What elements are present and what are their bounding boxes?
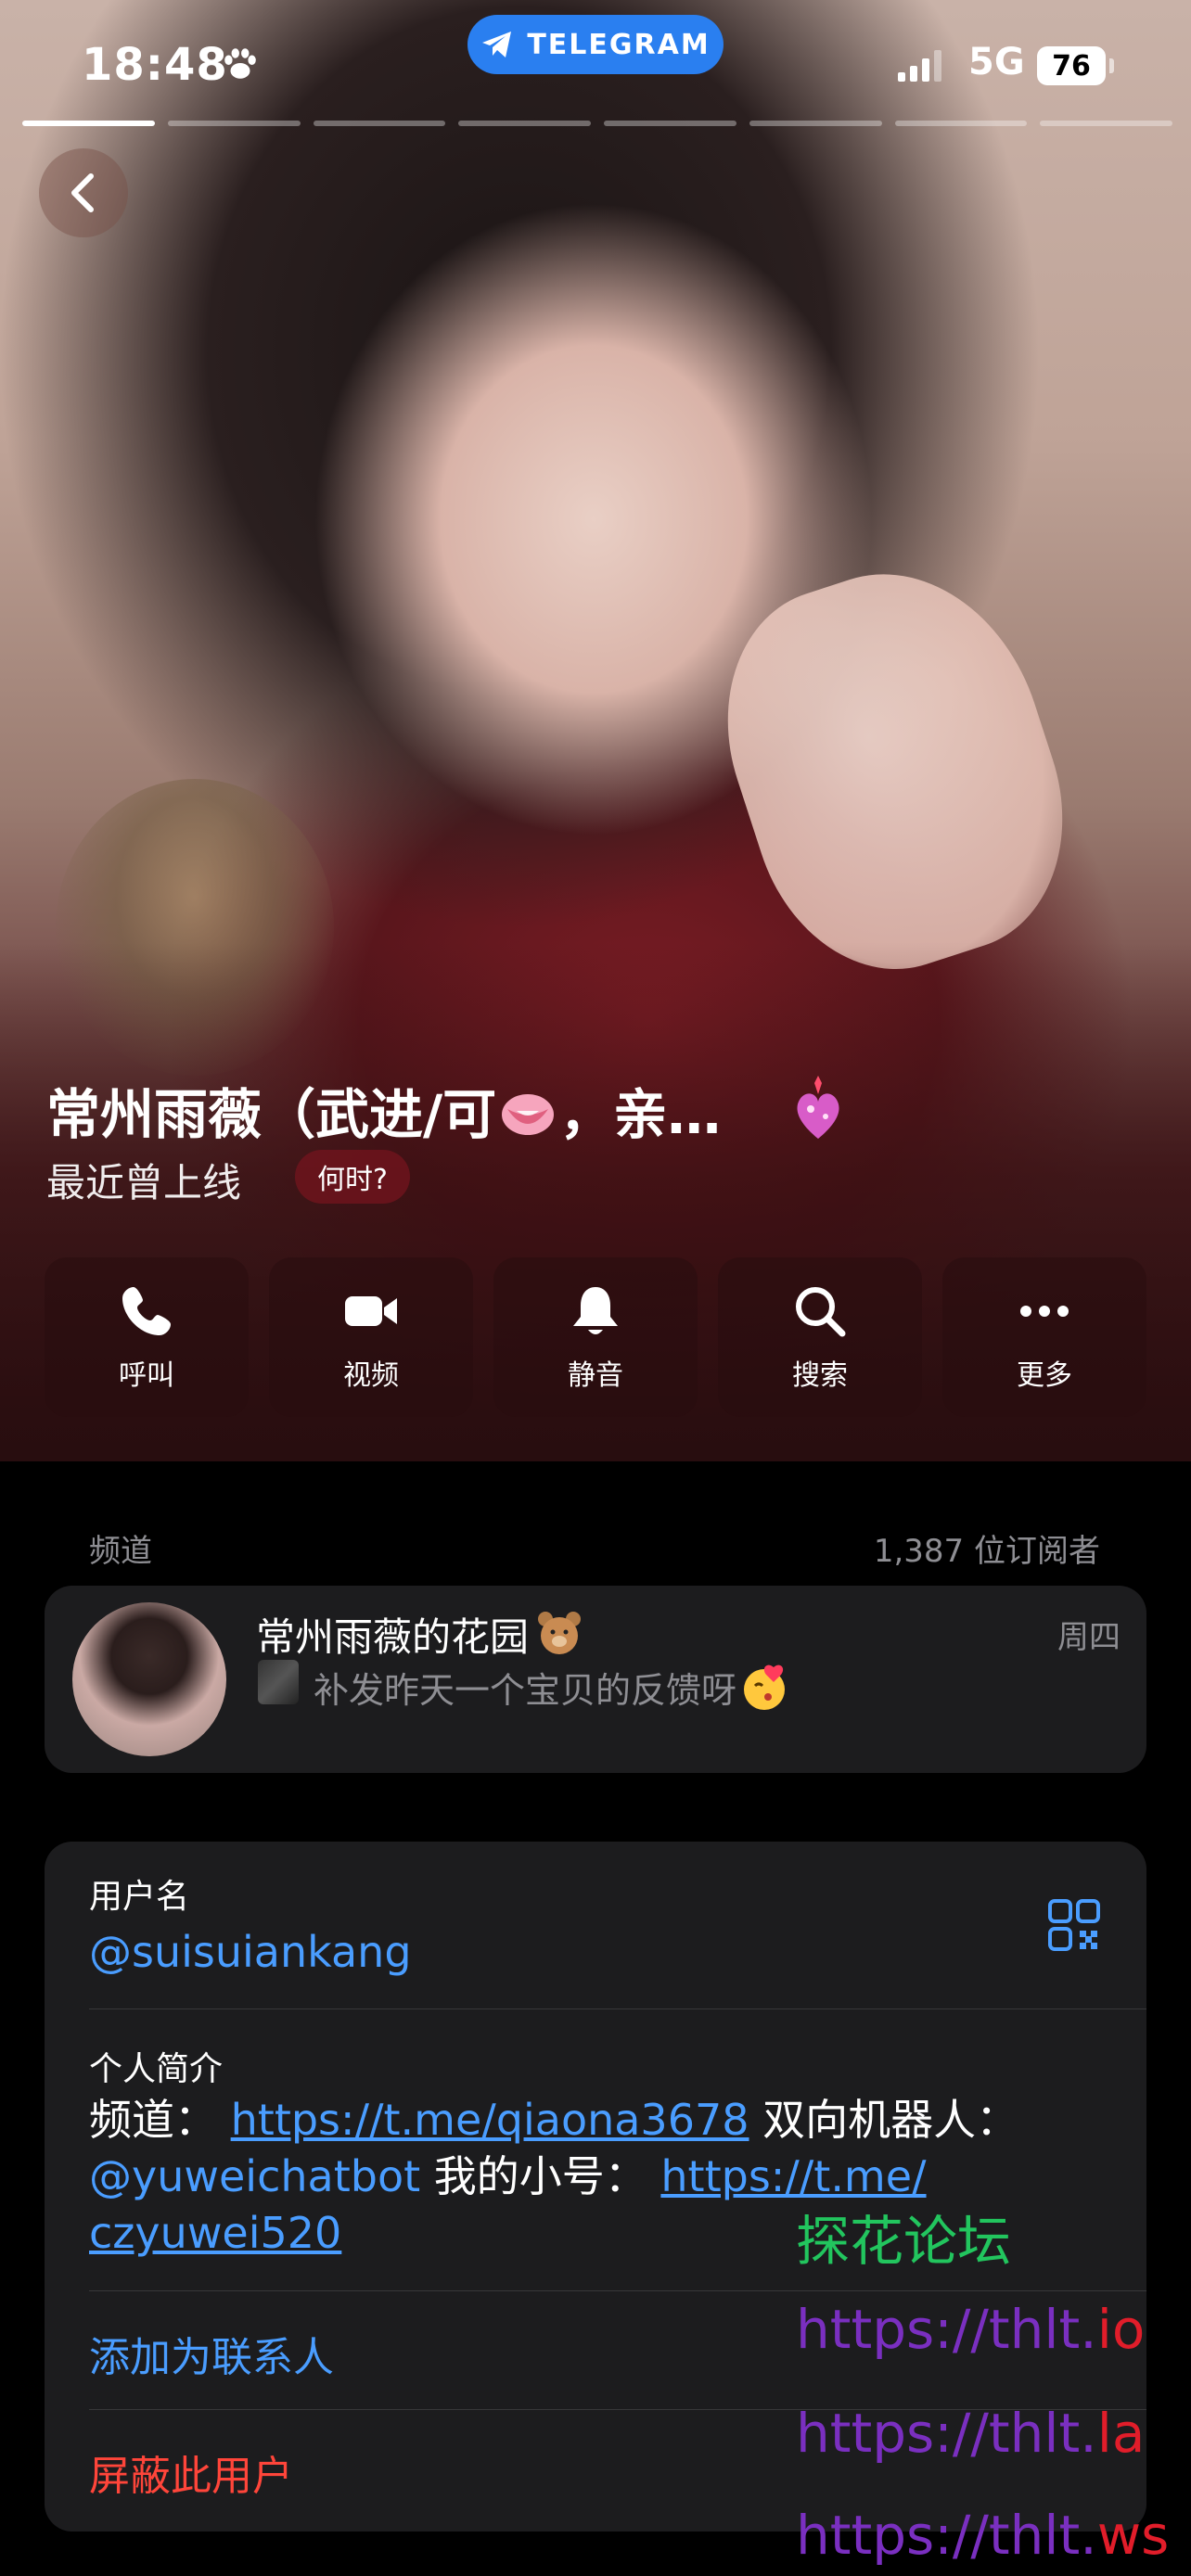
telegram-plane-icon (482, 32, 512, 57)
network-type: 5G (968, 41, 1025, 83)
profile-name-part1: 常州雨薇（武进/可 (46, 1083, 497, 1146)
battery-icon: 76 (1037, 46, 1114, 85)
watermark-url-tld: io (1096, 2298, 1146, 2361)
channel-card[interactable]: 常州雨薇的花园 周四 补发昨天一个宝贝的反馈呀 (45, 1586, 1146, 1773)
channel-last-post-day: 周四 (1057, 1619, 1121, 1656)
story-segment (1040, 121, 1172, 126)
battery-level: 76 (1037, 46, 1106, 85)
preview-thumbnail (258, 1660, 299, 1704)
bell-icon (573, 1287, 618, 1334)
video-camera-icon (345, 1296, 397, 1326)
action-bar: 呼叫 视频 静音 搜索 更多 (45, 1257, 1146, 1417)
bio-alt-prefix: 我的小号： (433, 2151, 647, 2201)
profile-photo[interactable] (0, 0, 1191, 1461)
cellular-signal-icon (898, 50, 941, 82)
add-contact-button[interactable]: 添加为联系人 (89, 2324, 334, 2383)
profile-name-part2: ，亲… (559, 1083, 722, 1146)
watermark-url: https://thlt.ws (796, 2504, 1169, 2567)
watermark-url: https://thlt.io (796, 2298, 1145, 2361)
subscriber-count: 1,387 位订阅者 (873, 1533, 1100, 1570)
telegram-pill-label: TELEGRAM (527, 28, 711, 61)
hand-decor (689, 537, 1101, 1002)
channel-preview-text: 补发昨天一个宝贝的反馈呀 (314, 1670, 737, 1711)
status-time: 18:48 (82, 39, 228, 91)
watermark-url: https://thlt.la (796, 2402, 1145, 2465)
phone-icon (122, 1287, 171, 1335)
more-label: 更多 (1017, 1359, 1072, 1392)
more-button[interactable]: 更多 (942, 1257, 1146, 1417)
username-label: 用户名 (89, 1878, 190, 1916)
call-label: 呼叫 (119, 1359, 174, 1392)
mouth-emoji-icon (502, 1094, 555, 1135)
story-progress (22, 121, 1172, 126)
search-icon (796, 1287, 846, 1337)
story-segment (22, 121, 155, 126)
paw-icon (224, 48, 256, 79)
story-segment (894, 121, 1028, 126)
watermark-url-prefix: https://thlt. (796, 2504, 1097, 2567)
story-segment (604, 121, 736, 126)
bio-alt-link-continued[interactable]: czyuwei520 (89, 2208, 341, 2258)
block-user-button[interactable]: 屏蔽此用户 (89, 2442, 293, 2502)
teddy-bear-icon (538, 1612, 582, 1654)
story-segment (458, 121, 591, 126)
last-seen-status: 最近曾上线 (46, 1160, 242, 1205)
channel-preview: 补发昨天一个宝贝的反馈呀 (314, 1662, 792, 1713)
watermark-title: 探花论坛 (796, 2210, 1012, 2273)
more-dots-icon (1020, 1306, 1069, 1317)
mute-label: 静音 (568, 1359, 623, 1392)
last-seen-when-button[interactable]: 何时? (295, 1150, 410, 1204)
call-button[interactable]: 呼叫 (45, 1257, 249, 1417)
video-button[interactable]: 视频 (269, 1257, 473, 1417)
channel-name-text: 常州雨薇的花园 (256, 1614, 530, 1660)
bio-channel-link[interactable]: https://t.me/qiaona3678 (231, 2095, 749, 2145)
bio-alt-link[interactable]: https://t.me/ (660, 2151, 926, 2201)
story-segment (749, 121, 882, 126)
channel-name: 常州雨薇的花园 (256, 1606, 584, 1663)
channel-section-label: 频道 (89, 1533, 152, 1570)
bio-bot-prefix: 双向机器人： (762, 2095, 1019, 2145)
watermark-url-tld: la (1096, 2402, 1146, 2465)
kissing-face-icon (744, 1664, 786, 1710)
story-segment (167, 121, 301, 126)
story-segment (313, 121, 446, 126)
divider (89, 2290, 1146, 2291)
mute-button[interactable]: 静音 (493, 1257, 698, 1417)
sparkling-heart-icon (797, 1076, 839, 1139)
search-label: 搜索 (792, 1359, 848, 1392)
bio-channel-prefix: 频道： (89, 2095, 217, 2145)
channel-avatar (72, 1602, 226, 1756)
profile-name: 常州雨薇（武进/可 ，亲… (46, 1071, 721, 1149)
watermark-url-prefix: https://thlt. (796, 2298, 1097, 2361)
telegram-pill[interactable]: TELEGRAM (467, 15, 724, 74)
search-button[interactable]: 搜索 (718, 1257, 922, 1417)
watermark-url-tld: ws (1096, 2504, 1170, 2567)
bio-label: 个人简介 (89, 2050, 224, 2088)
chevron-left-icon (71, 173, 94, 212)
video-label: 视频 (343, 1359, 399, 1392)
back-button[interactable] (39, 148, 128, 237)
bio-bot-mention[interactable]: @yuweichatbot (89, 2151, 420, 2201)
watermark-url-prefix: https://thlt. (796, 2402, 1097, 2465)
qr-code-icon[interactable] (1046, 1897, 1102, 1953)
username-value[interactable]: @suisuiankang (89, 1927, 412, 1977)
